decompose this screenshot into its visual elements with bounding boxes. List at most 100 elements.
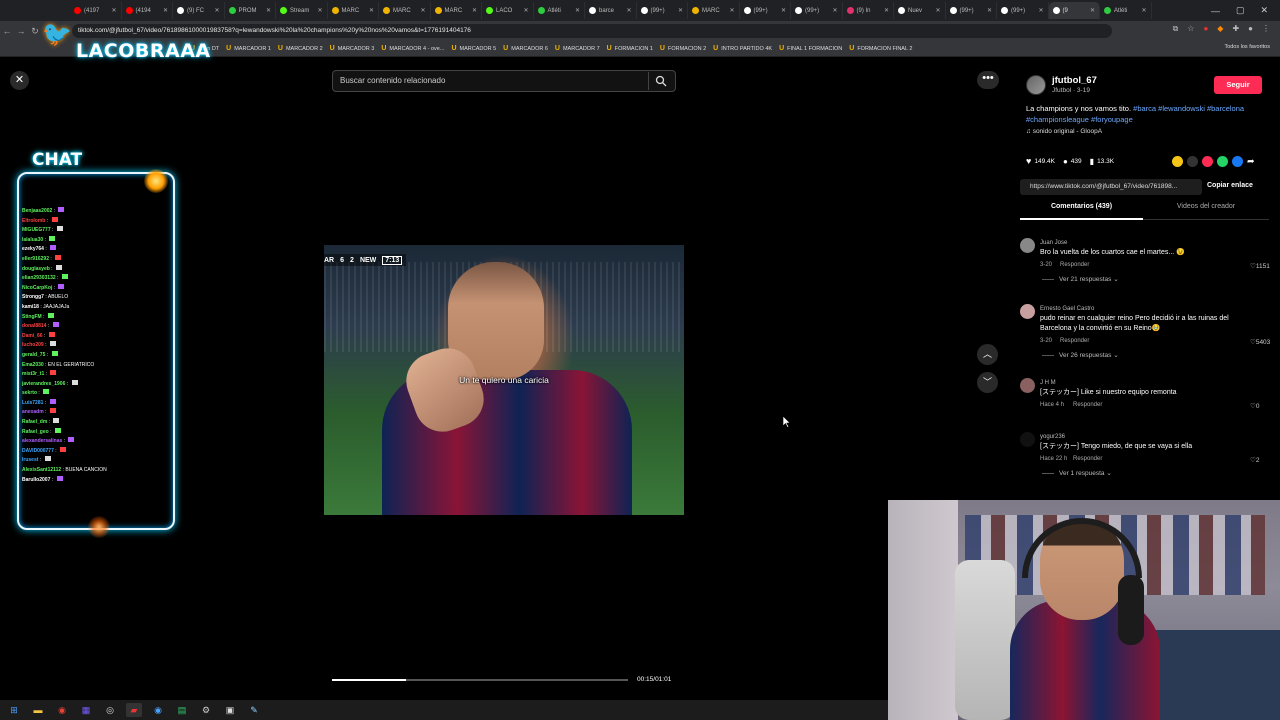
tab-close-icon[interactable]: ✕ xyxy=(266,7,271,14)
browser-tab[interactable]: (99+) ✕ xyxy=(946,2,997,19)
reply-button[interactable]: Responder xyxy=(1073,402,1102,408)
browser-tab[interactable]: (9) FC ✕ xyxy=(173,2,225,19)
bookmark-item[interactable]: U MARCADOR 1 xyxy=(226,45,271,52)
app-grid-icon[interactable]: ▦ xyxy=(78,703,94,717)
tab-close-icon[interactable]: ✕ xyxy=(729,7,734,14)
bookmark-item[interactable]: U MARCADOR 6 xyxy=(503,45,548,52)
browser-tab[interactable]: (99+) ✕ xyxy=(740,2,791,19)
tab-close-icon[interactable]: ✕ xyxy=(420,7,425,14)
tab-close-icon[interactable]: ✕ xyxy=(317,7,322,14)
puzzle-icon[interactable]: ✚ xyxy=(1232,24,1239,34)
comment-avatar[interactable] xyxy=(1020,378,1035,393)
comment-user[interactable]: Ernesto Gael Castro xyxy=(1040,306,1094,312)
extension-red-icon[interactable]: ● xyxy=(1203,24,1208,34)
browser-tab[interactable]: (9) In ✕ xyxy=(843,2,894,19)
windows-start-icon[interactable]: ⊞ xyxy=(6,703,22,717)
browser-tab[interactable]: (99+) ✕ xyxy=(997,2,1049,19)
previous-video-button[interactable]: ︿ xyxy=(977,344,998,365)
install-icon[interactable]: ⧉ xyxy=(1173,24,1179,34)
next-video-button[interactable]: ﹀ xyxy=(977,372,998,393)
comment-avatar[interactable] xyxy=(1020,304,1035,319)
tab-close-icon[interactable]: ✕ xyxy=(214,7,219,14)
extension-orange-icon[interactable]: ◆ xyxy=(1217,24,1223,34)
tab-close-icon[interactable]: ✕ xyxy=(369,7,374,14)
tab-close-icon[interactable]: ✕ xyxy=(1090,7,1095,14)
bookmark-item[interactable]: U FORMACION FINAL 2 xyxy=(849,45,912,52)
comment-user[interactable]: J H M xyxy=(1040,380,1056,386)
tab-close-icon[interactable]: ✕ xyxy=(987,7,992,14)
browser-tab[interactable]: MARC ✕ xyxy=(688,2,740,19)
bookmark-item[interactable]: U MARCADOR 3 xyxy=(330,45,375,52)
video-link[interactable]: https://www.tiktok.com/@jfutbol_67/video… xyxy=(1020,179,1202,195)
comment-stat[interactable]: ● 439 xyxy=(1063,157,1082,166)
bookmark-item[interactable]: U MARCADOR 4 - ove... xyxy=(381,45,444,52)
tab-close-icon[interactable]: ✕ xyxy=(832,7,837,14)
tab-close-icon[interactable]: ✕ xyxy=(163,7,168,14)
tab-close-icon[interactable]: ✕ xyxy=(935,7,940,14)
browser-tab[interactable]: MARC ✕ xyxy=(328,2,379,19)
bookmark-item[interactable]: U INTRO PARTIDO 4K xyxy=(713,45,772,52)
address-bar[interactable]: tiktok.com/@jfutbol_67/video/76189861000… xyxy=(72,24,1112,38)
capture-icon[interactable]: ▣ xyxy=(222,703,238,717)
sound-line[interactable]: ♫ sonido original - GloopA xyxy=(1026,128,1102,135)
more-options-button[interactable]: ••• xyxy=(977,71,999,89)
browser-tab[interactable]: (9 ✕ xyxy=(1048,2,1100,19)
facebook-icon[interactable] xyxy=(1232,156,1243,167)
notes-icon[interactable]: ✎ xyxy=(246,703,262,717)
file-explorer-icon[interactable]: ▬ xyxy=(30,703,46,717)
tab-close-icon[interactable]: ✕ xyxy=(884,7,889,14)
tab-close-icon[interactable]: ✕ xyxy=(678,7,683,14)
tab-creator-videos[interactable]: Videos del creador xyxy=(1143,203,1269,220)
search-icon[interactable] xyxy=(655,75,667,87)
reply-button[interactable]: Responder xyxy=(1060,338,1089,344)
tab-close-icon[interactable]: ✕ xyxy=(1038,7,1043,14)
view-replies-button[interactable]: Ver 26 respuestas ⌄ xyxy=(1059,351,1119,359)
back-icon[interactable]: ← xyxy=(0,26,14,36)
repost-icon[interactable] xyxy=(1172,156,1183,167)
settings-icon[interactable]: ⚙ xyxy=(198,703,214,717)
comment-user[interactable]: yogur236 xyxy=(1040,434,1065,440)
browser-tab[interactable]: Stream ✕ xyxy=(276,2,328,19)
embed-icon[interactable] xyxy=(1187,156,1198,167)
browser-tab[interactable]: LACO ✕ xyxy=(482,2,534,19)
browser-tab[interactable]: PROM ✕ xyxy=(225,2,276,19)
spreadsheet-icon[interactable]: ▤ xyxy=(174,703,190,717)
minimize-button[interactable]: — xyxy=(1211,6,1220,16)
tab-close-icon[interactable]: ✕ xyxy=(575,7,580,14)
browser-icon[interactable]: ◉ xyxy=(150,703,166,717)
tab-close-icon[interactable]: ✕ xyxy=(523,7,528,14)
browser-tab[interactable]: (4194 ✕ xyxy=(122,2,173,19)
comment-like[interactable]: ♡5403 xyxy=(1250,338,1270,346)
copy-link-button[interactable]: Copiar enlace xyxy=(1207,182,1253,189)
close-video-button[interactable]: ✕ xyxy=(10,71,29,90)
send-icon[interactable] xyxy=(1202,156,1213,167)
close-window-button[interactable]: ✕ xyxy=(1260,5,1268,16)
profile-icon[interactable]: ● xyxy=(1248,24,1253,34)
comment-like[interactable]: ♡2 xyxy=(1250,456,1259,464)
forward-icon[interactable]: → xyxy=(14,26,28,36)
whatsapp-icon[interactable] xyxy=(1217,156,1228,167)
maximize-button[interactable]: ▢ xyxy=(1236,5,1245,16)
browser-tab[interactable]: barce ✕ xyxy=(585,2,637,19)
comment-like[interactable]: ♡0 xyxy=(1250,402,1259,410)
comment-avatar[interactable] xyxy=(1020,432,1035,447)
tab-close-icon[interactable]: ✕ xyxy=(472,7,477,14)
author-avatar[interactable] xyxy=(1026,75,1046,95)
browser-tab[interactable]: MARC ✕ xyxy=(379,2,431,19)
bookmark-item[interactable]: U FORMACION 2 xyxy=(660,45,706,52)
reload-icon[interactable]: ↻ xyxy=(28,26,42,37)
comment-user[interactable]: Juan Jose xyxy=(1040,240,1067,246)
comment-like[interactable]: ♡1151 xyxy=(1250,262,1270,270)
tab-close-icon[interactable]: ✕ xyxy=(626,7,631,14)
obs-icon[interactable]: ◎ xyxy=(102,703,118,717)
author-name[interactable]: jfutbol_67 xyxy=(1052,75,1097,86)
reply-button[interactable]: Responder xyxy=(1060,262,1089,268)
star-icon[interactable]: ☆ xyxy=(1187,24,1194,34)
tab-close-icon[interactable]: ✕ xyxy=(1141,7,1146,14)
like-stat[interactable]: ♥ 149.4K xyxy=(1026,156,1055,166)
terminal-icon[interactable]: ▰ xyxy=(126,703,142,717)
browser-tab[interactable]: MARC ✕ xyxy=(431,2,482,19)
view-replies-button[interactable]: Ver 1 respuesta ⌄ xyxy=(1059,469,1112,477)
browser-tab[interactable]: (99+) ✕ xyxy=(791,2,843,19)
browser-tab[interactable]: (99+) ✕ xyxy=(637,2,688,19)
